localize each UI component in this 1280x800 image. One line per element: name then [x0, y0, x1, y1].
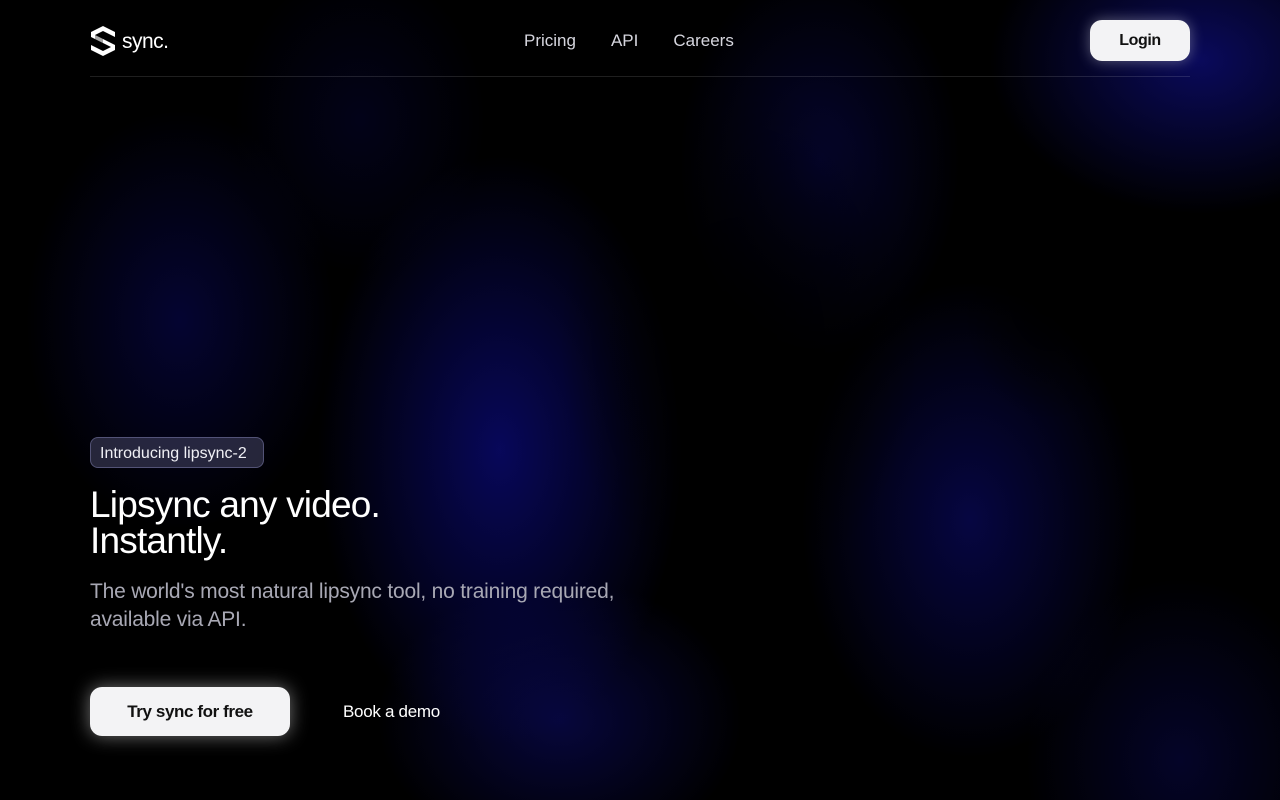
- login-button[interactable]: Login: [1090, 20, 1190, 61]
- try-free-button[interactable]: Try sync for free: [90, 687, 290, 736]
- landing-page: sync. Pricing API Careers Login Introduc…: [0, 0, 1280, 800]
- sync-logo-icon: [91, 26, 115, 56]
- hero-cta-group: Try sync for free Book a demo: [90, 687, 463, 736]
- hero-title-line-1: Lipsync any video.: [90, 484, 381, 525]
- hero-title: Lipsync any video. Instantly.: [90, 484, 730, 561]
- hero-subtitle-line-1: The world's most natural lipsync tool, n…: [90, 580, 615, 603]
- hero-subtitle-line-2: available via API.: [90, 608, 247, 631]
- nav-link-pricing[interactable]: Pricing: [524, 30, 576, 52]
- book-demo-button[interactable]: Book a demo: [320, 687, 463, 736]
- brand-name: sync.: [122, 29, 169, 53]
- main-nav: Pricing API Careers: [524, 30, 734, 52]
- announcement-badge[interactable]: Introducing lipsync-2: [90, 437, 264, 468]
- brand-logo-link[interactable]: sync.: [90, 25, 169, 57]
- site-header: sync. Pricing API Careers Login: [90, 0, 1190, 77]
- background-shadow: [960, 160, 1140, 420]
- hero-subtitle: The world's most natural lipsync tool, n…: [90, 578, 730, 634]
- nav-link-careers[interactable]: Careers: [673, 30, 733, 52]
- nav-link-api[interactable]: API: [611, 30, 638, 52]
- hero-section: Introducing lipsync-2 Lipsync any video.…: [90, 437, 730, 634]
- hero-title-line-2: Instantly.: [90, 520, 228, 561]
